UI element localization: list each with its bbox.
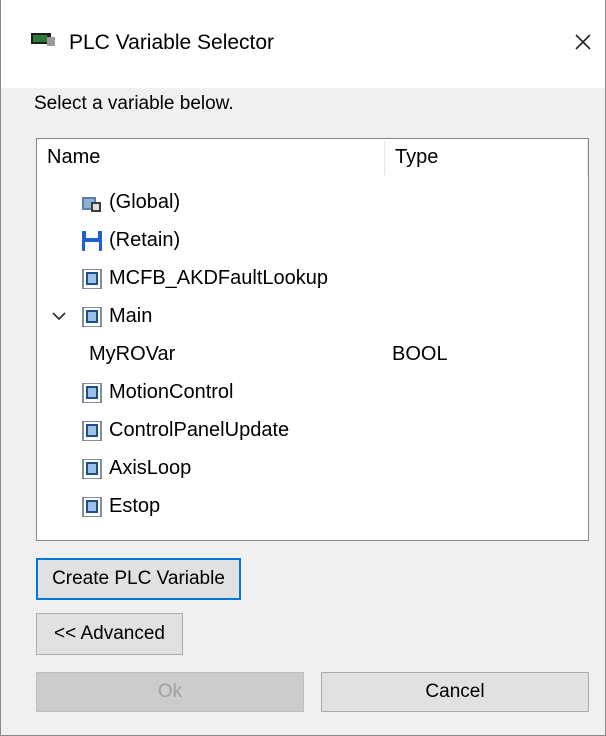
program-icon [82,383,102,403]
tree-row-motioncontrol[interactable]: MotionControl [37,373,588,411]
close-icon[interactable] [563,22,603,62]
window-title: PLC Variable Selector [69,31,275,54]
tree-row-label: MCFB_AKDFaultLookup [109,267,328,289]
tree-row-mcfb-akdfaultlookup[interactable]: MCFB_AKDFaultLookup [37,259,588,297]
column-header-type[interactable]: Type [385,139,588,175]
tree-row-retain[interactable]: (Retain) [37,221,588,259]
program-icon [82,421,102,441]
tree-row-label: MotionControl [109,381,234,403]
dialog-window: PLC Variable Selector Select a variable … [0,0,606,736]
tree-row-estop[interactable]: Estop [37,487,588,525]
tree-row-axisloop[interactable]: AxisLoop [37,449,588,487]
tree-row-label: AxisLoop [109,457,192,479]
tree-row-label: (Global) [109,191,181,213]
tree-row-label: Estop [109,495,161,517]
tree-row-global[interactable]: (Global) [37,183,588,221]
tree-row-main[interactable]: Main [37,297,588,335]
variable-tree[interactable]: Name Type (Global) (Retain) MCFB_AKDFaul… [36,138,589,541]
global-icon [82,197,101,212]
program-icon [82,459,102,479]
tree-row-label: ControlPanelUpdate [109,419,290,441]
column-divider[interactable] [587,141,588,175]
advanced-button[interactable]: << Advanced [36,613,183,655]
tree-row-type: BOOL [392,343,448,365]
instruction-text: Select a variable below. [34,93,234,114]
program-icon [82,307,102,327]
ok-button[interactable]: Ok [36,672,304,712]
create-plc-variable-button[interactable]: Create PLC Variable [36,558,241,600]
tree-row-label: MyROVar [89,343,176,365]
chevron-down-icon[interactable] [51,309,67,323]
tree-row-label: (Retain) [109,229,181,251]
program-icon [82,497,102,517]
tree-row-label: Main [109,305,153,327]
cancel-button[interactable]: Cancel [321,672,589,712]
floppy-disk-icon [82,231,102,251]
tree-row-controlpanelupdate[interactable]: ControlPanelUpdate [37,411,588,449]
program-icon [82,269,102,289]
tree-row-myrovar[interactable]: MyROVar BOOL [37,335,588,373]
column-header-name[interactable]: Name [37,139,392,175]
app-icon [31,33,55,46]
title-bar: PLC Variable Selector [1,0,605,88]
